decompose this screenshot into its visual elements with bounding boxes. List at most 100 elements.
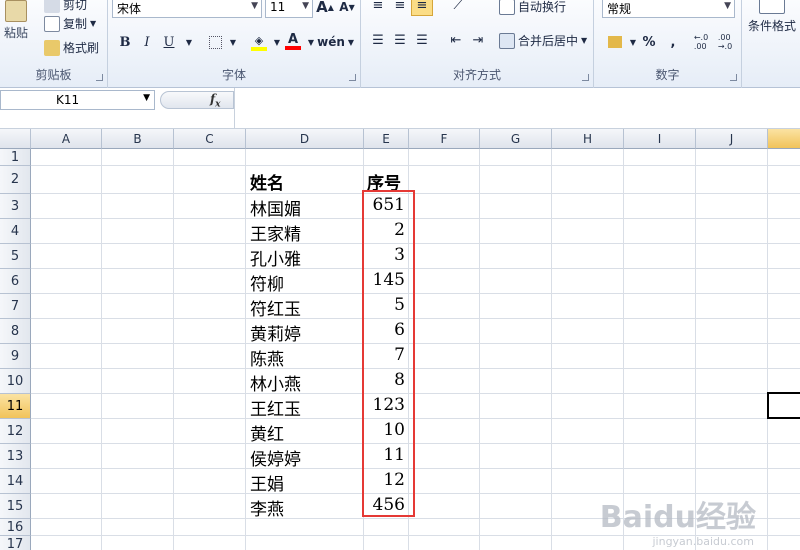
font-size-combo[interactable]: 11 ▼ (265, 0, 313, 18)
column-header[interactable]: F (409, 129, 480, 149)
grow-font-label: A (316, 0, 328, 16)
align-center-button[interactable]: ☰ (389, 29, 411, 51)
row-header[interactable]: 13 (0, 444, 31, 469)
comma-button[interactable]: , (662, 31, 684, 53)
border-dropdown[interactable]: ▼ (222, 31, 244, 53)
shrink-font-button[interactable]: A ▼ (336, 0, 358, 18)
align-bottom-button[interactable]: ≡ (411, 0, 433, 16)
cut-button[interactable]: 剪切 (44, 0, 87, 13)
row-header[interactable]: 7 (0, 294, 31, 319)
row-header[interactable]: 14 (0, 469, 31, 494)
paste-button[interactable]: 粘贴 (4, 0, 28, 41)
column-header-selected[interactable] (768, 129, 800, 149)
row-header[interactable]: 1 (0, 149, 31, 166)
font-color-bar (285, 46, 301, 50)
grow-font-button[interactable]: A ▲ (314, 0, 336, 18)
column-header[interactable]: G (480, 129, 552, 149)
percent-button[interactable]: % (638, 31, 660, 53)
wrap-text-button[interactable]: 自动换行 (499, 0, 566, 15)
align-right-button[interactable]: ☰ (411, 29, 433, 51)
row-header[interactable]: 9 (0, 344, 31, 369)
font-group-label: 字体 (221, 68, 246, 82)
chevron-down-icon: ▼ (251, 1, 258, 11)
insert-function-icon[interactable]: fx (210, 92, 221, 109)
header-name-cell[interactable]: 姓名 (250, 169, 284, 194)
gridline (31, 165, 800, 166)
name-cell[interactable]: 林小燕 (250, 370, 301, 395)
name-cell[interactable]: 王红玉 (250, 395, 301, 420)
copy-button[interactable]: 复制 ▼ (44, 15, 96, 32)
align-top-icon: ≡ (372, 0, 384, 13)
name-cell[interactable]: 符红玉 (250, 295, 301, 320)
row-header[interactable]: 2 (0, 166, 31, 194)
decrease-decimal-button[interactable]: .00 →.0 (714, 31, 736, 53)
underline-dropdown[interactable]: ▼ (178, 31, 200, 53)
gridline (31, 293, 800, 294)
orientation-button[interactable]: ⟋ (447, 0, 469, 16)
copy-icon (44, 15, 60, 32)
name-cell[interactable]: 孔小雅 (250, 245, 301, 270)
font-name-value: 宋体 (117, 2, 142, 16)
name-cell[interactable]: 黄莉婷 (250, 320, 301, 345)
bold-label: B (119, 34, 131, 50)
column-header[interactable]: A (31, 129, 102, 149)
row-header[interactable]: 15 (0, 494, 31, 519)
row-header[interactable]: 16 (0, 519, 31, 536)
column-header[interactable]: E (364, 129, 409, 149)
phonetic-button[interactable]: wén (317, 31, 345, 53)
active-cell[interactable] (767, 392, 800, 419)
phonetic-dropdown[interactable]: ▼ (340, 31, 362, 53)
decrease-indent-button[interactable]: ⇤ (445, 29, 467, 51)
name-cell[interactable]: 符柳 (250, 270, 284, 295)
column-header[interactable]: D (246, 129, 364, 149)
bold-button[interactable]: B (114, 31, 136, 53)
formula-input[interactable] (234, 88, 800, 128)
formula-bar-splitter[interactable] (160, 91, 234, 109)
chevron-down-icon: ▼ (302, 1, 309, 11)
column-header[interactable]: C (174, 129, 246, 149)
underline-button[interactable]: U (158, 31, 180, 53)
name-cell[interactable]: 侯婷婷 (250, 445, 301, 470)
name-cell[interactable]: 陈燕 (250, 345, 284, 370)
row-header[interactable]: 5 (0, 244, 31, 269)
row-header[interactable]: 3 (0, 194, 31, 219)
number-format-combo[interactable]: 常规 ▼ (602, 0, 735, 18)
clipboard-group: 粘贴 剪切 复制 ▼ 格式刷 剪贴板 (0, 0, 108, 88)
name-cell[interactable]: 黄红 (250, 420, 284, 445)
name-cell[interactable]: 林国媚 (250, 195, 301, 220)
row-header[interactable]: 17 (0, 536, 31, 550)
row-header[interactable]: 10 (0, 369, 31, 394)
row-header[interactable]: 8 (0, 319, 31, 344)
name-cell[interactable]: 李燕 (250, 495, 284, 520)
name-box[interactable]: K11 ▼ (0, 90, 155, 110)
align-left-button[interactable]: ☰ (367, 29, 389, 51)
column-header[interactable]: I (624, 129, 696, 149)
italic-button[interactable]: I (136, 31, 158, 53)
column-header[interactable]: B (102, 129, 174, 149)
column-header[interactable]: J (696, 129, 768, 149)
font-name-combo[interactable]: 宋体 ▼ (112, 0, 262, 18)
row-header[interactable]: 12 (0, 419, 31, 444)
worksheet-grid[interactable]: A B C D E F G H I J 1 2 3 4 5 6 7 8 9 10… (0, 129, 800, 550)
align-top-button[interactable]: ≡ (367, 0, 389, 16)
clipboard-launcher-icon[interactable] (96, 74, 103, 81)
row-header-selected[interactable]: 11 (0, 394, 31, 419)
chevron-down-icon: ▼ (143, 93, 150, 103)
increase-indent-button[interactable]: ⇥ (467, 29, 489, 51)
row-header[interactable]: 6 (0, 269, 31, 294)
increase-decimal-button[interactable]: ←.0.00 (690, 31, 712, 53)
format-painter-button[interactable]: 格式刷 (44, 39, 99, 56)
align-middle-button[interactable]: ≡ (389, 0, 411, 16)
number-launcher-icon[interactable] (730, 74, 737, 81)
name-cell[interactable]: 王家精 (250, 220, 301, 245)
row-header[interactable]: 4 (0, 219, 31, 244)
conditional-format-button[interactable]: 条件格式 (748, 0, 796, 34)
font-launcher-icon[interactable] (349, 74, 356, 81)
column-header[interactable]: H (552, 129, 624, 149)
fill-color-bar (251, 46, 267, 51)
name-cell[interactable]: 王娟 (250, 470, 284, 495)
merge-center-button[interactable]: 合并后居中 ▼ (499, 32, 587, 49)
number-group-label: 数字 (655, 68, 680, 82)
alignment-launcher-icon[interactable] (582, 74, 589, 81)
select-all-corner[interactable] (0, 129, 31, 149)
